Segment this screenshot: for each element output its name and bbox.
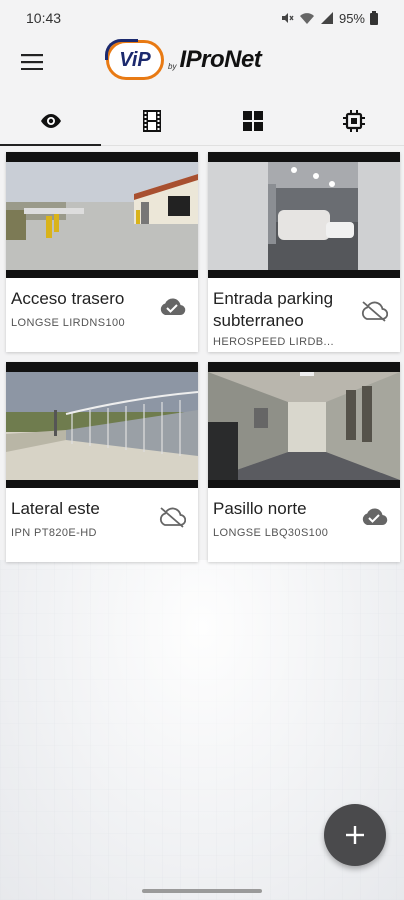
film-icon [142,109,161,132]
cloud-off-icon[interactable] [158,506,186,528]
tab-multiview[interactable] [202,96,303,145]
view-tabs [0,96,404,146]
status-time: 10:43 [26,10,62,26]
camera-thumbnail[interactable] [6,362,198,488]
tab-live-view[interactable] [0,96,101,146]
cloud-connected-icon[interactable] [158,296,186,316]
cloud-off-icon[interactable] [360,300,388,322]
camera-model: HEROSPEED LIRDB... [213,336,334,348]
camera-name: Lateral este [11,499,100,518]
camera-model: LONGSE LBQ30S100 [213,527,329,539]
logo-brand: IProNet [179,46,262,73]
hamburger-icon [21,54,43,70]
status-icons: 95% [280,11,378,26]
tab-recordings[interactable] [101,96,202,145]
eye-icon [40,113,61,128]
camera-snapshot-back-entrance [6,162,198,270]
status-bar: 10:43 95% [0,0,404,36]
logo-by: by [168,61,177,71]
camera-name: Acceso trasero [11,289,125,308]
add-camera-button[interactable] [324,804,386,866]
camera-snapshot-parking [208,162,400,270]
tab-devices[interactable] [303,96,404,145]
battery-percent: 95% [338,10,365,26]
battery-icon [370,11,378,25]
camera-thumbnail[interactable] [208,152,400,278]
camera-model: IPN PT820E-HD [11,527,97,539]
app-bar: ViP by IProNet [0,36,404,88]
signal-icon [320,12,333,24]
camera-card[interactable]: Entrada parking subterraneo HEROSPEED LI… [208,152,400,352]
app-logo: ViP by IProNet [105,39,262,80]
camera-model: LONGSE LIRDNS100 [11,317,125,329]
camera-name: Pasillo norte [213,499,307,518]
grid-icon [242,110,263,131]
camera-thumbnail[interactable] [6,152,198,278]
mute-icon [281,13,294,23]
camera-snapshot-north-hall [208,372,400,480]
logo-vip: ViP [105,39,164,80]
plus-icon [346,826,364,844]
camera-card[interactable]: Pasillo norte LONGSE LBQ30S100 [208,362,400,562]
home-indicator[interactable] [142,889,262,893]
wifi-icon [299,13,314,24]
camera-card[interactable]: Acceso trasero LONGSE LIRDNS100 [6,152,198,352]
cloud-connected-icon[interactable] [360,506,388,526]
camera-card[interactable]: Lateral este IPN PT820E-HD [6,362,198,562]
menu-button[interactable] [4,36,60,88]
camera-snapshot-east-side [6,372,198,480]
camera-thumbnail[interactable] [208,362,400,488]
chip-icon [342,109,365,132]
camera-name: Entrada parking subterraneo [213,289,334,330]
